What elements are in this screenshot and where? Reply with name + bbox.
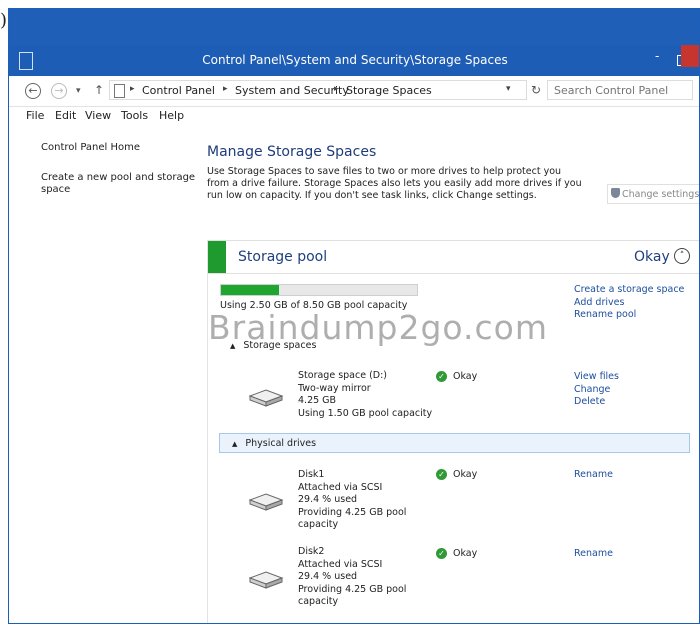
- disk2-rename-link[interactable]: Rename: [574, 548, 613, 561]
- menu-edit[interactable]: Edit: [55, 109, 76, 122]
- storage-pool-status: Okay: [634, 249, 670, 265]
- change-settings-label: Change settings: [622, 189, 700, 200]
- disk2-attach: Attached via SCSI: [298, 558, 383, 570]
- pool-capacity-bar: [220, 284, 418, 296]
- physical-drives-header-label: Physical drives: [245, 438, 317, 449]
- shield-icon: [611, 188, 620, 198]
- sidebar: Control Panel Home Create a new pool and…: [9, 126, 199, 623]
- pool-status-accent: [208, 241, 226, 273]
- change-link[interactable]: Change: [574, 384, 619, 397]
- close-button[interactable]: [681, 45, 699, 67]
- drive-icon: [248, 389, 284, 407]
- title-bar: Control Panel\System and Security\Storag…: [9, 45, 699, 76]
- disk2-status-label: Okay: [453, 548, 478, 559]
- storage-space-usage: Using 1.50 GB pool capacity: [298, 407, 433, 419]
- storage-space-size: 4.25 GB: [298, 395, 337, 406]
- pool-capacity-fill: [221, 285, 279, 295]
- menu-help[interactable]: Help: [159, 109, 184, 122]
- drive-icon: [248, 493, 284, 511]
- disk1-info: Disk1 Attached via SCSI 29.4 % used Prov…: [298, 469, 406, 532]
- menu-view[interactable]: View: [85, 109, 111, 122]
- disk1-status: ✓ Okay: [436, 469, 477, 480]
- disk1-name: Disk1: [298, 469, 325, 480]
- disk1-providing: Providing 4.25 GB pool: [298, 506, 407, 518]
- up-button[interactable]: ↑: [94, 83, 104, 97]
- okay-check-icon: ✓: [436, 469, 447, 480]
- page-title: Manage Storage Spaces: [207, 144, 377, 160]
- storage-pool-header: Storage pool Okay ˄: [208, 240, 699, 274]
- disk2-used: 29.4 % used: [298, 571, 358, 582]
- expand-triangle-icon: ▲: [230, 342, 236, 350]
- search-input[interactable]: [547, 80, 693, 100]
- okay-check-icon: ✓: [436, 548, 447, 559]
- window: Control Panel\System and Security\Storag…: [8, 8, 700, 624]
- disk1-rename-link[interactable]: Rename: [574, 469, 613, 482]
- storage-space-status: ✓ Okay: [436, 371, 477, 382]
- create-storage-space-link[interactable]: Create a storage space: [574, 284, 684, 297]
- storage-space-actions: View files Change Delete: [574, 371, 619, 409]
- disk2-info: Disk2 Attached via SCSI 29.4 % used Prov…: [298, 546, 406, 609]
- breadcrumb-separator[interactable]: ▸: [130, 84, 135, 94]
- disk2-name: Disk2: [298, 546, 325, 557]
- okay-check-icon: ✓: [436, 371, 447, 382]
- disk1-providing-capacity: capacity: [298, 519, 339, 530]
- change-settings-button[interactable]: Change settings: [607, 184, 700, 204]
- menu-file[interactable]: File: [26, 109, 44, 122]
- add-drives-link[interactable]: Add drives: [574, 297, 684, 310]
- minimize-button[interactable]: -: [655, 49, 659, 63]
- storage-spaces-section-header[interactable]: ▲ Storage spaces: [230, 340, 316, 351]
- breadcrumb-system-and-security[interactable]: System and Security: [235, 84, 349, 97]
- disk2-providing-capacity: capacity: [298, 596, 339, 607]
- storage-pool-panel: Storage pool Okay ˄ Using 2.50 GB of 8.5…: [207, 240, 699, 623]
- drive-icon: [248, 571, 284, 589]
- breadcrumb-separator[interactable]: ▸: [334, 84, 339, 94]
- page-description: Use Storage Spaces to save files to two …: [207, 166, 582, 201]
- refresh-button[interactable]: ↻: [531, 83, 541, 97]
- create-pool-link-line2[interactable]: space: [41, 184, 70, 195]
- disk2-status: ✓ Okay: [436, 548, 477, 559]
- storage-space-info: Storage space (D:) Two-way mirror 4.25 G…: [298, 370, 432, 420]
- collapse-icon[interactable]: ˄: [674, 248, 690, 264]
- physical-drives-section-header[interactable]: ▲ Physical drives: [219, 433, 690, 453]
- storage-space-name: Storage space (D:): [298, 370, 388, 381]
- disk1-attach: Attached via SCSI: [298, 481, 383, 493]
- address-dropdown-icon[interactable]: ▾: [506, 84, 511, 94]
- breadcrumb-separator[interactable]: ▸: [223, 84, 228, 94]
- disk1-used: 29.4 % used: [298, 494, 358, 505]
- expand-triangle-icon: ▲: [232, 440, 238, 448]
- create-pool-link-line1[interactable]: Create a new pool and storage: [41, 172, 195, 183]
- recent-locations-button[interactable]: ▾: [76, 86, 81, 96]
- storage-space-type: Two-way mirror: [298, 382, 371, 394]
- pool-actions: Create a storage space Add drives Rename…: [574, 284, 684, 322]
- storage-spaces-header-label: Storage spaces: [243, 340, 317, 351]
- forward-button[interactable]: →: [51, 83, 67, 99]
- disk2-providing: Providing 4.25 GB pool: [298, 583, 407, 595]
- address-toolbar: ← → ▾ ↑ ▸ Control Panel ▸ System and Sec…: [9, 76, 699, 107]
- menu-tools[interactable]: Tools: [121, 109, 148, 122]
- window-top-band: [9, 9, 699, 45]
- address-bar[interactable]: ▸ Control Panel ▸ System and Security ▸ …: [109, 80, 527, 100]
- breadcrumb-control-panel[interactable]: Control Panel: [142, 84, 215, 97]
- edge-glyph: ): [0, 10, 8, 31]
- disk1-status-label: Okay: [453, 469, 478, 480]
- breadcrumb-storage-spaces[interactable]: Storage Spaces: [346, 84, 432, 97]
- view-files-link[interactable]: View files: [574, 371, 619, 384]
- control-panel-home-link[interactable]: Control Panel Home: [41, 142, 140, 153]
- delete-link[interactable]: Delete: [574, 396, 619, 409]
- storage-space-status-label: Okay: [453, 371, 478, 382]
- menu-bar: File Edit View Tools Help: [9, 106, 699, 126]
- rename-pool-link[interactable]: Rename pool: [574, 309, 684, 322]
- control-panel-icon: [114, 84, 125, 98]
- storage-pool-title: Storage pool: [238, 249, 328, 265]
- window-title: Control Panel\System and Security\Storag…: [202, 53, 508, 67]
- back-button[interactable]: ←: [25, 83, 41, 99]
